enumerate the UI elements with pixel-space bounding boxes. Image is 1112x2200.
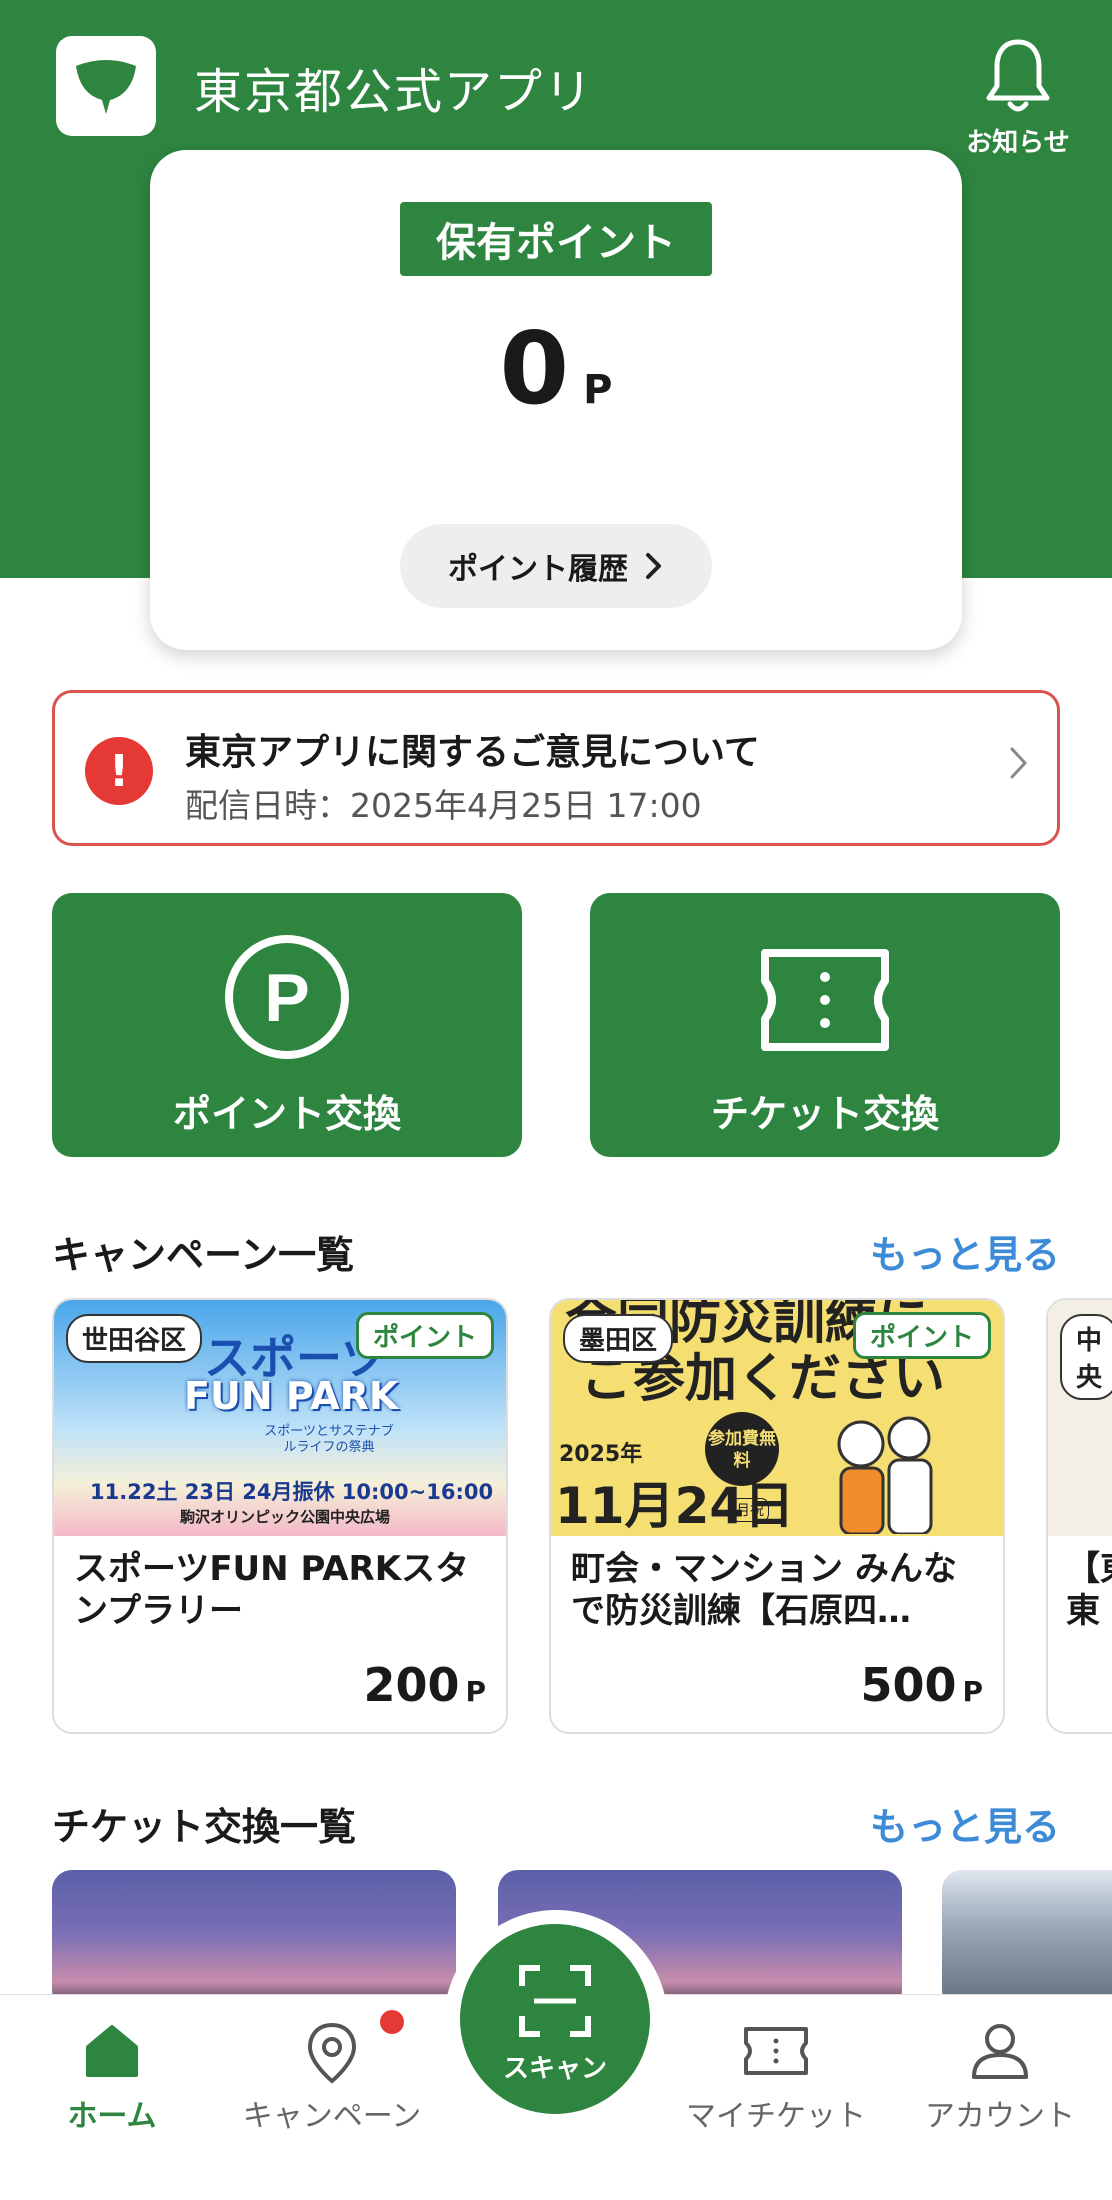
svg-text:P: P <box>264 960 309 1036</box>
point-p-icon: P <box>225 935 349 1059</box>
nav-home[interactable]: ホーム <box>12 2021 212 2135</box>
nav-account-label: アカウント <box>925 2099 1075 2134</box>
point-tag: ポイント <box>355 1312 494 1359</box>
app-title: 東京都公式アプリ <box>194 64 595 120</box>
banner-year: 2025年 <box>559 1442 643 1467</box>
banner-free-badge: 参加費無料 <box>705 1412 779 1486</box>
ticket-exchange-tile[interactable]: チケット交換 <box>590 893 1060 1157</box>
location-pin-icon <box>307 2022 357 2084</box>
campaign-banner-image: スポーツ FUN PARK スポーツとサステナブルライフの祭典 11.22土 2… <box>54 1300 506 1536</box>
ticket-section-title: チケット交換一覧 <box>52 1805 357 1849</box>
campaign-more-link[interactable]: もっと見る <box>870 1224 1060 1279</box>
campaign-points-number: 200 <box>363 1658 460 1712</box>
scan-button[interactable]: スキャン <box>460 1924 650 2114</box>
scan-label: スキャン <box>502 2054 607 2084</box>
account-icon <box>972 2024 1028 2079</box>
campaign-points: 500 P <box>860 1658 983 1712</box>
campaign-card[interactable]: 中央 【東 東京 <box>1046 1298 1112 1734</box>
campaign-notification-dot <box>380 2010 404 2034</box>
nav-my-ticket[interactable]: マイチケット <box>676 2021 876 2135</box>
campaign-card[interactable]: スポーツ FUN PARK スポーツとサステナブルライフの祭典 11.22土 2… <box>52 1298 508 1734</box>
banner-venue: 駒沢オリンピック公園中央広場 <box>180 1508 391 1526</box>
point-tag: ポイント <box>852 1312 991 1359</box>
campaign-card[interactable]: 合同防災訓練に ご参加ください 2025年 11月24日 月祝 参加費無料 墨田… <box>549 1298 1005 1734</box>
campaign-title: 町会・マンション みんなで防災訓練【石原四… <box>571 1549 957 1631</box>
ticket-icon <box>761 949 889 1051</box>
nav-campaign[interactable]: キャンペーン <box>232 2021 432 2135</box>
campaign-banner-image: 中央 <box>1048 1300 1112 1536</box>
banner-headline-2: FUN PARK <box>184 1374 399 1418</box>
point-history-label: ポイント履歴 <box>448 552 628 587</box>
points-number: 0 <box>499 310 570 427</box>
point-history-button[interactable]: ポイント履歴 <box>400 524 712 608</box>
nav-campaign-label: キャンペーン <box>242 2099 422 2134</box>
campaign-title: スポーツFUN PARKスタンプラリー <box>74 1549 470 1631</box>
campaign-points-unit: P <box>962 1675 983 1708</box>
points-value: 0P <box>150 310 962 427</box>
campaign-points-unit: P <box>465 1675 486 1708</box>
ward-tag: 墨田区 <box>563 1314 674 1363</box>
campaign-section-title: キャンペーン一覧 <box>52 1233 355 1277</box>
campaign-points: 200 P <box>363 1658 486 1712</box>
ticket-card-image[interactable] <box>52 1870 456 2010</box>
campaign-banner-image: 合同防災訓練に ご参加ください 2025年 11月24日 月祝 参加費無料 墨田… <box>551 1300 1003 1536</box>
notice-title: 東京アプリに関するご意見について <box>185 732 760 773</box>
nav-account[interactable]: アカウント <box>900 2021 1100 2135</box>
ticket-more-link[interactable]: もっと見る <box>870 1796 1060 1851</box>
ticket-icon <box>744 2027 808 2075</box>
ward-tag: 世田谷区 <box>66 1314 203 1363</box>
point-exchange-label: ポイント交換 <box>172 1092 401 1136</box>
banner-dates: 11.22土 23日 24月振休 10:00~16:00 <box>90 1480 494 1504</box>
banner-day-of-week: 月祝 <box>731 1498 769 1522</box>
chevron-right-icon <box>646 553 661 579</box>
notice-banner[interactable]: ! 東京アプリに関するご意見について 配信日時：2025年4月25日 17:00 <box>52 690 1060 846</box>
ward-tag: 中央 <box>1060 1314 1112 1400</box>
points-unit: P <box>583 367 613 413</box>
ticket-card-image[interactable] <box>942 1870 1112 2010</box>
alert-icon: ! <box>85 737 153 805</box>
chevron-right-icon <box>1010 747 1027 779</box>
nav-home-label: ホーム <box>67 2099 157 2134</box>
campaign-title: 【東 東京 <box>1066 1549 1112 1631</box>
notice-date: 配信日時：2025年4月25日 17:00 <box>185 786 702 825</box>
home-icon <box>86 2025 138 2077</box>
campaign-points-number: 500 <box>860 1658 957 1712</box>
ticket-exchange-label: チケット交換 <box>710 1092 939 1136</box>
notification-button[interactable]: お知らせ <box>958 36 1078 159</box>
banner-subtext: スポーツとサステナブルライフの祭典 <box>264 1424 394 1455</box>
tokyo-logo-icon <box>56 36 156 136</box>
points-badge: 保有ポイント <box>400 202 712 276</box>
nav-my-ticket-label: マイチケット <box>686 2099 866 2134</box>
scan-icon <box>519 1965 591 2037</box>
notification-label: お知らせ <box>966 128 1070 158</box>
bell-icon <box>986 39 1050 112</box>
banner-illustration <box>821 1404 941 1536</box>
point-exchange-tile[interactable]: P ポイント交換 <box>52 893 522 1157</box>
points-card: 保有ポイント 0P ポイント履歴 <box>150 150 962 650</box>
